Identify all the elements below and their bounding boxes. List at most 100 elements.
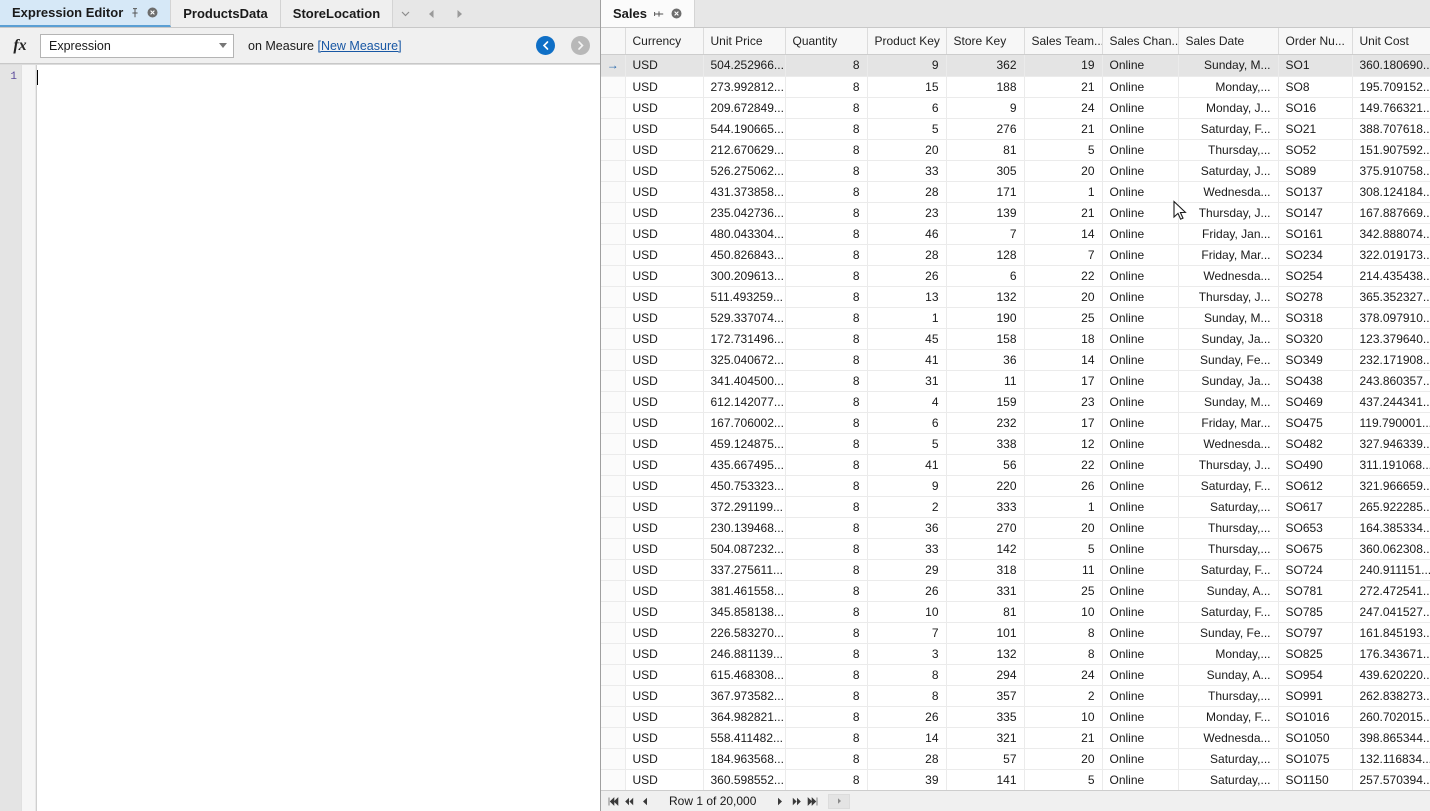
cell-product_key[interactable]: 29 (867, 559, 947, 581)
table-row[interactable]: USD 529.337074... 8 1 190 25 Online Sunday, M..… (601, 307, 1430, 329)
row-indicator[interactable] (601, 748, 626, 770)
row-indicator[interactable] (601, 265, 626, 287)
cell-order_number[interactable]: SO991 (1278, 685, 1353, 707)
go-next-page-icon[interactable] (788, 792, 804, 811)
cell-currency[interactable]: USD (625, 202, 704, 224)
grid-scroll-area[interactable]: Currency Unit Price Quantity Product Key Sto… (601, 28, 1430, 790)
cell-product_key[interactable]: 28 (867, 748, 947, 770)
cell-currency[interactable]: USD (625, 517, 704, 539)
cell-currency[interactable]: USD (625, 622, 704, 644)
cell-currency[interactable]: USD (625, 496, 704, 518)
cell-currency[interactable]: USD (625, 580, 704, 602)
cell-sales_date[interactable]: Thursday, J... (1178, 286, 1279, 308)
cell-sales_channel[interactable]: Online (1102, 433, 1179, 455)
cell-sales_date[interactable]: Monday,... (1178, 76, 1279, 98)
table-row[interactable]: USD 172.731496... 8 45 158 18 Online Sunday, Ja… (601, 328, 1430, 350)
new-measure-link[interactable]: [New Measure] (317, 39, 401, 53)
cell-sales_date[interactable]: Sunday, M... (1178, 307, 1279, 329)
cell-order_number[interactable]: SO1 (1278, 54, 1353, 77)
table-row[interactable]: USD 526.275062... 8 33 305 20 Online Saturday, … (601, 160, 1430, 182)
cell-unit_price[interactable]: 612.142077... (703, 391, 786, 413)
cell-quantity[interactable]: 8 (785, 54, 868, 77)
cell-sales_date[interactable]: Saturday, F... (1178, 475, 1279, 497)
row-indicator[interactable] (601, 454, 626, 476)
row-indicator-current[interactable]: → (601, 54, 626, 77)
cell-order_number[interactable]: SO318 (1278, 307, 1353, 329)
cell-unit_price[interactable]: 615.468308... (703, 664, 786, 686)
cell-sales_channel[interactable]: Online (1102, 685, 1179, 707)
table-row[interactable]: USD 511.493259... 8 13 132 20 Online Thursday, … (601, 286, 1430, 308)
cell-sales_channel[interactable]: Online (1102, 748, 1179, 770)
cell-sales_date[interactable]: Monday, F... (1178, 706, 1279, 728)
cell-order_number[interactable]: SO438 (1278, 370, 1353, 392)
cell-sales_channel[interactable]: Online (1102, 76, 1179, 98)
cell-store_key[interactable]: 362 (946, 54, 1025, 77)
cell-store_key[interactable]: 276 (946, 118, 1025, 140)
cell-currency[interactable]: USD (625, 601, 704, 623)
cell-quantity[interactable]: 8 (785, 307, 868, 329)
table-row[interactable]: USD 450.826843... 8 28 128 7 Online Friday, Mar… (601, 244, 1430, 266)
cell-unit_cost[interactable]: 161.845193... (1352, 622, 1430, 644)
pin-icon[interactable] (130, 7, 140, 18)
cell-sales_date[interactable]: Thursday, J... (1178, 454, 1279, 476)
cell-sales_team[interactable]: 10 (1024, 706, 1103, 728)
tab-prev-icon[interactable] (417, 0, 446, 27)
cell-unit_cost[interactable]: 260.702015... (1352, 706, 1430, 728)
cell-unit_price[interactable]: 337.275611... (703, 559, 786, 581)
cell-unit_price[interactable]: 235.042736... (703, 202, 786, 224)
tab-sales[interactable]: Sales (601, 0, 695, 27)
table-row[interactable]: USD 337.275611... 8 29 318 11 Online Saturday, … (601, 559, 1430, 581)
cell-product_key[interactable]: 4 (867, 391, 947, 413)
cell-currency[interactable]: USD (625, 391, 704, 413)
cell-sales_team[interactable]: 17 (1024, 370, 1103, 392)
table-row[interactable]: USD 167.706002... 8 6 232 17 Online Friday, Mar… (601, 412, 1430, 434)
cell-quantity[interactable]: 8 (785, 223, 868, 245)
cell-sales_team[interactable]: 18 (1024, 328, 1103, 350)
cell-product_key[interactable]: 26 (867, 265, 947, 287)
cell-product_key[interactable]: 26 (867, 706, 947, 728)
cell-store_key[interactable]: 139 (946, 202, 1025, 224)
cell-sales_team[interactable]: 20 (1024, 160, 1103, 182)
cell-currency[interactable]: USD (625, 685, 704, 707)
cell-unit_cost[interactable]: 240.911151... (1352, 559, 1430, 581)
cell-store_key[interactable]: 101 (946, 622, 1025, 644)
cell-quantity[interactable]: 8 (785, 643, 868, 665)
cell-sales_channel[interactable]: Online (1102, 643, 1179, 665)
cell-unit_price[interactable]: 381.461558... (703, 580, 786, 602)
cell-currency[interactable]: USD (625, 244, 704, 266)
cell-unit_price[interactable]: 372.291199... (703, 496, 786, 518)
table-row[interactable]: USD 450.753323... 8 9 220 26 Online Saturday, F… (601, 475, 1430, 497)
cell-unit_cost[interactable]: 398.865344... (1352, 727, 1430, 749)
cell-quantity[interactable]: 8 (785, 370, 868, 392)
cell-sales_team[interactable]: 25 (1024, 307, 1103, 329)
row-indicator[interactable] (601, 139, 626, 161)
cell-sales_date[interactable]: Monday, J... (1178, 97, 1279, 119)
row-indicator[interactable] (601, 622, 626, 644)
cell-sales_date[interactable]: Thursday,... (1178, 139, 1279, 161)
cell-order_number[interactable]: SO954 (1278, 664, 1353, 686)
cell-currency[interactable]: USD (625, 412, 704, 434)
fold-margin[interactable] (22, 65, 36, 811)
cell-unit_price[interactable]: 529.337074... (703, 307, 786, 329)
cell-order_number[interactable]: SO16 (1278, 97, 1353, 119)
cell-currency[interactable]: USD (625, 664, 704, 686)
cell-quantity[interactable]: 8 (785, 202, 868, 224)
table-row[interactable]: USD 235.042736... 8 23 139 21 Online Thursday, … (601, 202, 1430, 224)
cell-product_key[interactable]: 10 (867, 601, 947, 623)
cell-product_key[interactable]: 15 (867, 76, 947, 98)
cell-currency[interactable]: USD (625, 643, 704, 665)
expression-type-select[interactable]: Expression (40, 33, 234, 58)
cell-sales_date[interactable]: Wednesda... (1178, 433, 1279, 455)
tab-products-data[interactable]: ProductsData (171, 0, 281, 27)
cell-order_number[interactable]: SO1016 (1278, 706, 1353, 728)
row-indicator[interactable] (601, 160, 626, 182)
cell-unit_cost[interactable]: 214.435438... (1352, 265, 1430, 287)
cell-product_key[interactable]: 31 (867, 370, 947, 392)
cell-unit_price[interactable]: 184.963568... (703, 748, 786, 770)
cell-sales_date[interactable]: Sunday, Ja... (1178, 328, 1279, 350)
cell-store_key[interactable]: 81 (946, 601, 1025, 623)
cell-quantity[interactable]: 8 (785, 664, 868, 686)
cell-unit_price[interactable]: 526.275062... (703, 160, 786, 182)
cell-quantity[interactable]: 8 (785, 496, 868, 518)
cell-currency[interactable]: USD (625, 307, 704, 329)
